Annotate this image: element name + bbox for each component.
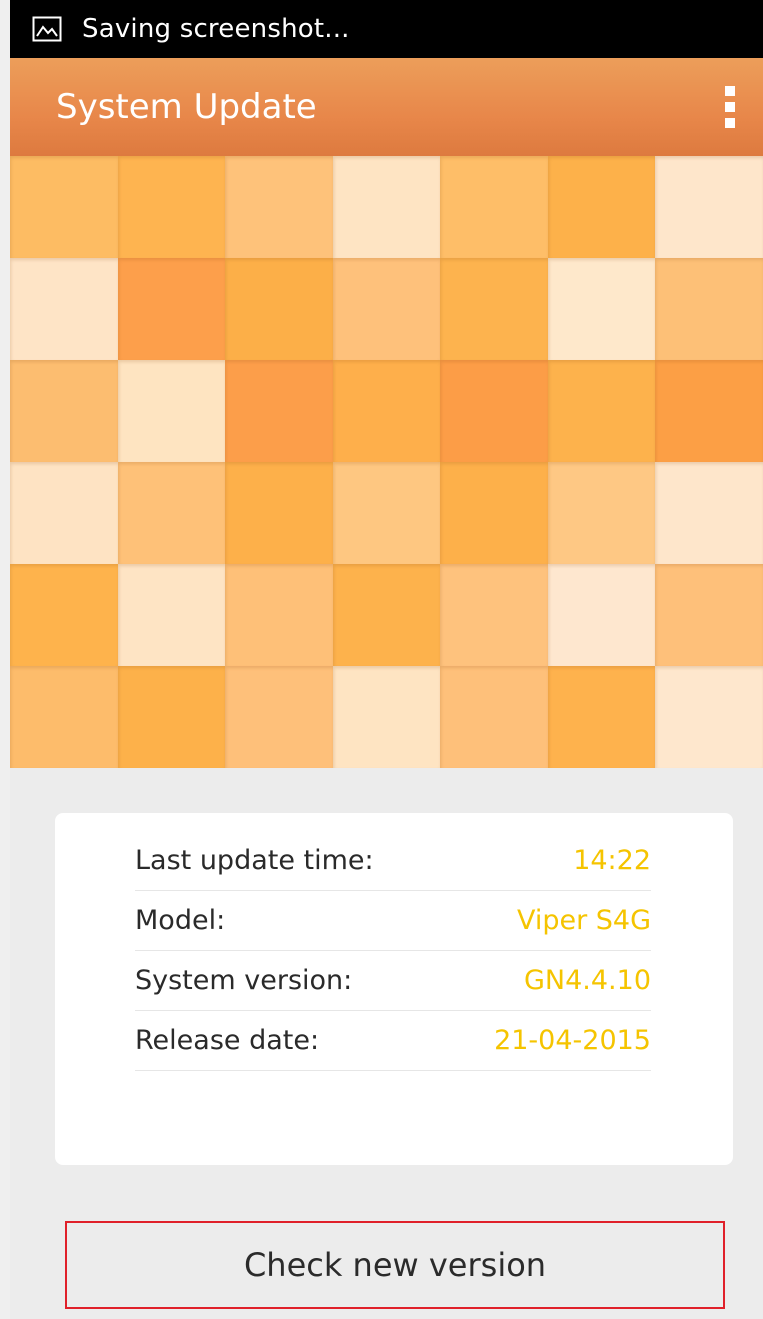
mosaic-tile [547,564,656,666]
mosaic-tile [440,666,548,768]
mosaic-tile [547,462,656,564]
info-label: System version: [135,964,353,996]
info-label: Last update time: [135,844,374,876]
mosaic-tile [225,360,333,462]
check-new-version-button[interactable]: Check new version [65,1221,725,1309]
info-value: 21-04-2015 [494,1024,651,1056]
action-bar: System Update [10,58,763,156]
mosaic-tile [10,462,118,564]
mosaic-tile [332,258,441,360]
header-mosaic-image [10,156,763,768]
mosaic-tile [655,462,763,564]
mosaic-tile [117,462,226,564]
mosaic-tile [440,360,548,462]
mosaic-tile [440,564,548,666]
mosaic-tile [332,666,441,768]
mosaic-tile [440,156,548,258]
mosaic-tile [117,258,226,360]
overflow-menu-icon[interactable] [719,86,741,128]
mosaic-tile [117,360,226,462]
mosaic-tile [440,258,548,360]
status-bar: Saving screenshot... [10,0,763,58]
info-label: Release date: [135,1024,320,1056]
info-row-release-date: Release date: 21-04-2015 [135,1010,651,1071]
mosaic-tile [655,258,763,360]
mosaic-tile [225,666,333,768]
mosaic-tile [10,156,118,258]
page-title: System Update [56,87,317,127]
info-card: Last update time: 14:22 Model: Viper S4G… [55,813,733,1165]
mosaic-tile [332,462,441,564]
info-row-system-version: System version: GN4.4.10 [135,950,651,1011]
info-value: Viper S4G [516,904,651,936]
mosaic-tile [117,156,226,258]
mosaic-tile [10,360,118,462]
mosaic-tile [225,258,333,360]
screen: Saving screenshot... System Update Last … [10,0,763,1319]
status-notification-text: Saving screenshot... [82,14,350,44]
mosaic-tile [655,360,763,462]
mosaic-tile [117,666,226,768]
info-value: 14:22 [573,844,651,876]
info-value: GN4.4.10 [524,964,651,996]
mosaic-tile [225,156,333,258]
info-label: Model: [135,904,226,936]
mosaic-tile [10,564,118,666]
mosaic-tile [655,564,763,666]
info-row-model: Model: Viper S4G [135,890,651,951]
mosaic-tile [225,462,333,564]
mosaic-tile [332,360,441,462]
mosaic-tile [655,156,763,258]
overflow-dot [725,86,735,96]
mosaic-tile [440,462,548,564]
mosaic-tile [225,564,333,666]
mosaic-tile [332,156,441,258]
mosaic-tile [547,156,656,258]
mosaic-tile [332,564,441,666]
info-row-last-update: Last update time: 14:22 [135,830,651,891]
mosaic-tile [547,258,656,360]
mosaic-tile [547,360,656,462]
mosaic-tile [10,666,118,768]
mosaic-tile [117,564,226,666]
mosaic-tile [10,258,118,360]
mosaic-tile [655,666,763,768]
overflow-dot [725,102,735,112]
mosaic-tile [547,666,656,768]
overflow-dot [725,118,735,128]
image-icon [32,16,62,42]
